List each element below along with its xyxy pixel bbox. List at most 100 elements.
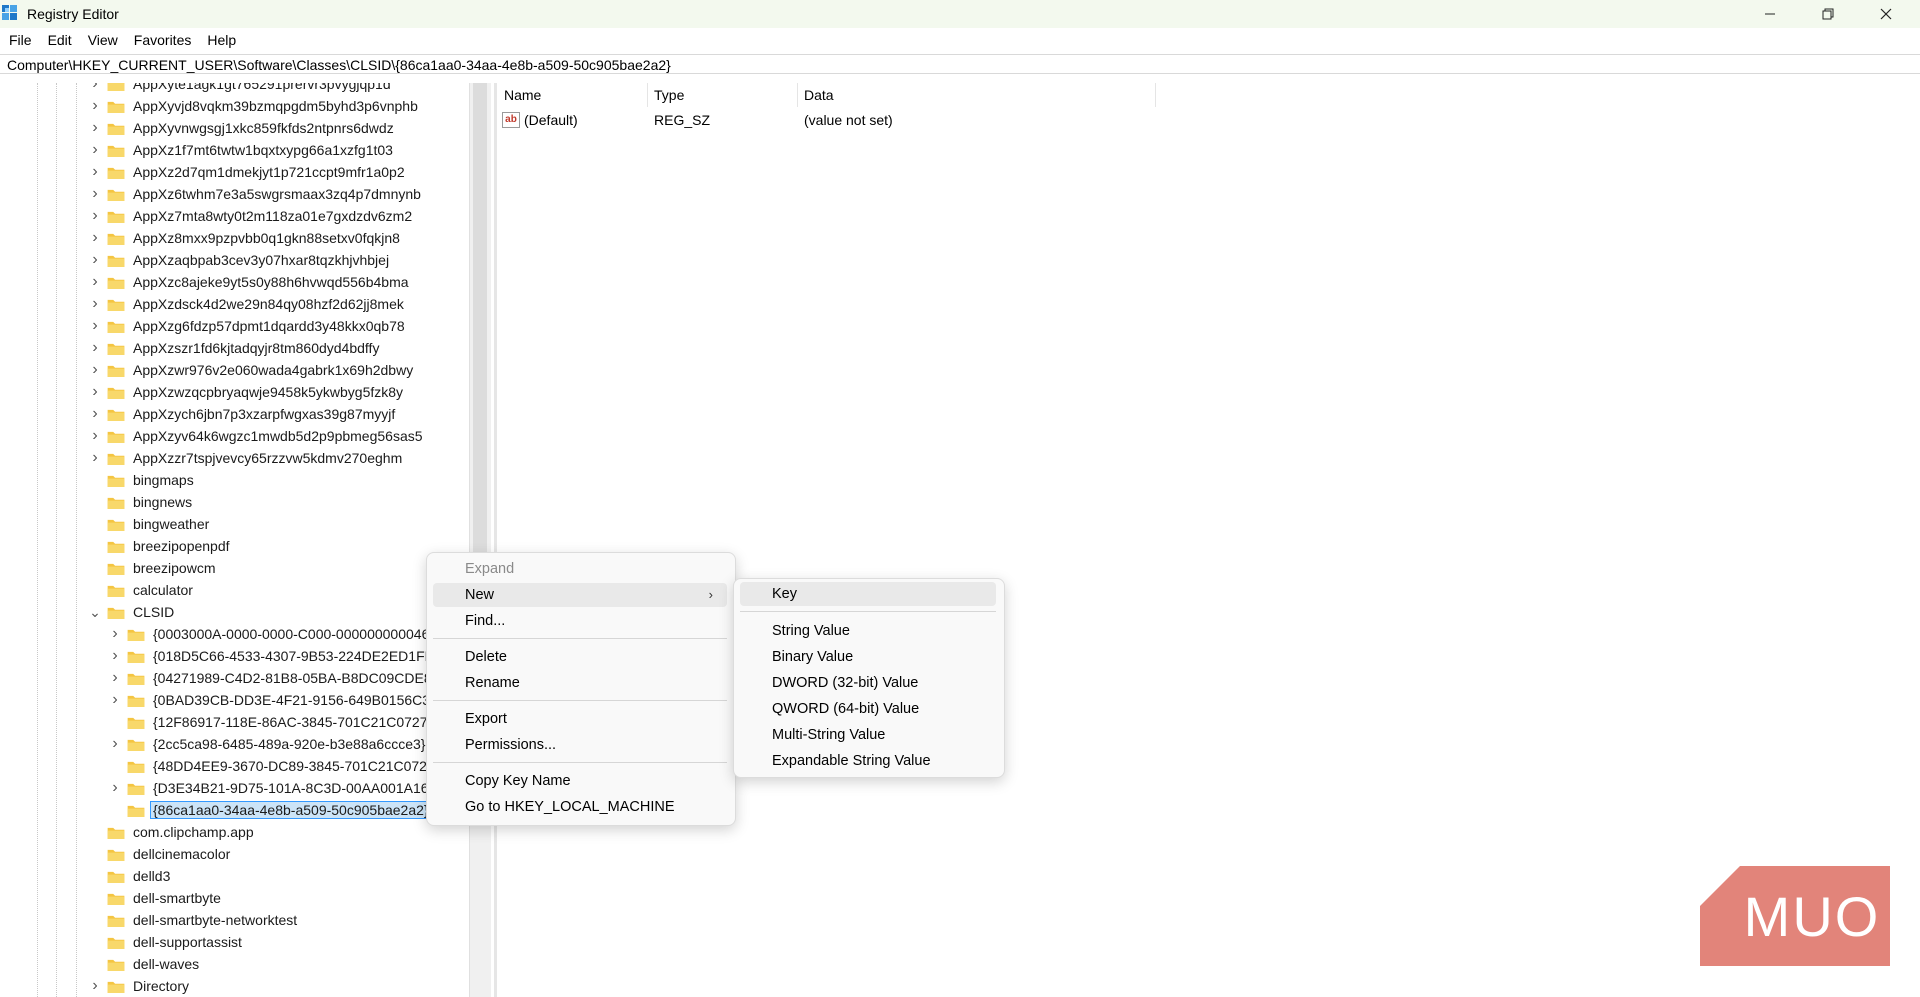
tree-item[interactable]: › {04271989-C4D2-81B8-05BA-B8DC09CDE8C7} bbox=[108, 667, 456, 689]
menu-item-delete[interactable]: Delete bbox=[433, 645, 727, 669]
tree-item[interactable]: › AppXzyv64k6wgzc1mwdb5d2p9pbmeg56sas5 bbox=[88, 425, 425, 447]
chevron-right-icon[interactable]: › bbox=[88, 183, 102, 205]
column-header-type[interactable]: Type bbox=[648, 83, 798, 107]
chevron-right-icon[interactable]: › bbox=[88, 161, 102, 183]
chevron-right-icon[interactable]: › bbox=[88, 227, 102, 249]
tree-vertical-scrollbar[interactable] bbox=[469, 83, 491, 997]
tree-item[interactable]: › AppXz1f7mt6twtw1bqxtxypg66a1xzfg1t03 bbox=[88, 139, 395, 161]
chevron-right-icon[interactable]: › bbox=[88, 117, 102, 139]
menu-favorites[interactable]: Favorites bbox=[126, 29, 200, 51]
tree-item[interactable]: › AppXz7mta8wty0t2m118za01e7gxdzdv6zm2 bbox=[88, 205, 414, 227]
tree-item[interactable]: {48DD4EE9-3670-DC89-3845-701C21C07273} bbox=[108, 755, 449, 777]
menu-item-export[interactable]: Export bbox=[433, 707, 727, 731]
tree-item[interactable]: › AppXzszr1fd6kjtadqyjr8tm860dyd4bdffy bbox=[88, 337, 381, 359]
chevron-right-icon[interactable]: › bbox=[88, 139, 102, 161]
column-header-data[interactable]: Data bbox=[798, 83, 1156, 107]
tree-item[interactable]: › AppXzg6fdzp57dpmt1dqardd3y48kkx0qb78 bbox=[88, 315, 407, 337]
tree-item[interactable]: › AppXz2d7qm1dmekjyt1p721ccpt9mfr1a0p2 bbox=[88, 161, 407, 183]
tree-item[interactable]: dell-waves bbox=[88, 953, 201, 975]
value-row[interactable]: ab (Default) REG_SZ (value not set) bbox=[498, 109, 1198, 131]
minimize-button[interactable] bbox=[1746, 0, 1794, 28]
address-bar[interactable]: Computer\HKEY_CURRENT_USER\Software\Clas… bbox=[0, 54, 1920, 74]
tree-item[interactable]: › {018D5C66-4533-4307-9B53-224DE2ED1FE6} bbox=[108, 645, 448, 667]
chevron-right-icon[interactable]: › bbox=[88, 381, 102, 403]
tree-item[interactable]: breezipowcm bbox=[88, 557, 217, 579]
chevron-right-icon[interactable]: › bbox=[88, 447, 102, 469]
tree-item[interactable]: › {0003000A-0000-0000-C000-000000000046} bbox=[108, 623, 436, 645]
chevron-right-icon[interactable]: › bbox=[108, 645, 122, 667]
menu-item-find[interactable]: Find... bbox=[433, 609, 727, 633]
chevron-right-icon[interactable]: › bbox=[88, 271, 102, 293]
tree-item[interactable]: breezipopenpdf bbox=[88, 535, 232, 557]
chevron-right-icon[interactable]: › bbox=[108, 689, 122, 711]
chevron-right-icon[interactable]: › bbox=[88, 83, 102, 95]
menu-file[interactable]: File bbox=[0, 29, 40, 51]
chevron-down-icon[interactable]: ⌄ bbox=[88, 601, 102, 623]
chevron-right-icon[interactable]: › bbox=[88, 337, 102, 359]
submenu-item-qword-value[interactable]: QWORD (64-bit) Value bbox=[740, 697, 996, 721]
tree-item[interactable]: › AppXyte1agk1gt765291prervr3pvygjqp1d bbox=[88, 83, 393, 95]
chevron-right-icon[interactable]: › bbox=[108, 733, 122, 755]
menu-edit[interactable]: Edit bbox=[40, 29, 80, 51]
chevron-right-icon[interactable]: › bbox=[88, 95, 102, 117]
chevron-right-icon[interactable]: › bbox=[88, 425, 102, 447]
menu-item-goto-hklm[interactable]: Go to HKEY_LOCAL_MACHINE bbox=[433, 795, 727, 819]
restore-button[interactable] bbox=[1804, 0, 1852, 28]
tree-item[interactable]: › Directory bbox=[88, 975, 191, 997]
tree-item[interactable]: › AppXzwr976v2e060wada4gabrk1x69h2dbwy bbox=[88, 359, 415, 381]
chevron-right-icon[interactable]: › bbox=[108, 667, 122, 689]
chevron-right-icon[interactable]: › bbox=[88, 315, 102, 337]
tree-item[interactable]: dell-smartbyte bbox=[88, 887, 223, 909]
tree-item[interactable]: › AppXzc8ajeke9yt5s0y88h6hvwqd556b4bma bbox=[88, 271, 411, 293]
tree-item[interactable]: {86ca1aa0-34aa-4e8b-a509-50c905bae2a2} bbox=[108, 799, 432, 821]
tree-item[interactable]: com.clipchamp.app bbox=[88, 821, 256, 843]
menu-item-permissions[interactable]: Permissions... bbox=[433, 733, 727, 757]
column-header-name[interactable]: Name bbox=[498, 83, 648, 107]
scrollbar-thumb[interactable] bbox=[473, 83, 487, 553]
chevron-right-icon[interactable]: › bbox=[88, 293, 102, 315]
tree-item[interactable]: bingnews bbox=[88, 491, 194, 513]
key-tree[interactable]: › AppXyte1agk1gt765291prervr3pvygjqp1d › Ap… bbox=[0, 83, 490, 997]
menu-item-expand[interactable]: Expand bbox=[433, 557, 727, 581]
submenu-item-multi-string-value[interactable]: Multi-String Value bbox=[740, 723, 996, 747]
submenu-item-key[interactable]: Key bbox=[740, 582, 996, 606]
submenu-item-string-value[interactable]: String Value bbox=[740, 619, 996, 643]
chevron-right-icon[interactable]: › bbox=[88, 205, 102, 227]
chevron-right-icon[interactable]: › bbox=[108, 777, 122, 799]
chevron-right-icon[interactable]: › bbox=[88, 975, 102, 997]
tree-item[interactable]: › AppXz6twhm7e3a5swgrsmaax3zq4p7dmnynb bbox=[88, 183, 423, 205]
tree-item[interactable]: ⌄ CLSID bbox=[88, 601, 176, 623]
pane-splitter[interactable] bbox=[494, 83, 497, 997]
tree-item[interactable]: › AppXzaqbpab3cev3y07hxar8tqzkhjvhbjej bbox=[88, 249, 391, 271]
menu-item-rename[interactable]: Rename bbox=[433, 671, 727, 695]
submenu-item-binary-value[interactable]: Binary Value bbox=[740, 645, 996, 669]
tree-item[interactable]: › AppXyvjd8vqkm39bzmqpgdm5byhd3p6vnphb bbox=[88, 95, 420, 117]
tree-item[interactable]: › AppXz8mxx9pzpvbb0q1gkn88setxv0fqkjn8 bbox=[88, 227, 402, 249]
chevron-right-icon[interactable]: › bbox=[88, 249, 102, 271]
menu-help[interactable]: Help bbox=[199, 29, 244, 51]
submenu-item-dword-value[interactable]: DWORD (32-bit) Value bbox=[740, 671, 996, 695]
tree-item[interactable]: bingmaps bbox=[88, 469, 196, 491]
tree-item[interactable]: dell-smartbyte-networktest bbox=[88, 909, 299, 931]
tree-item[interactable]: › AppXzwzqcpbryaqwje9458k5ykwbyg5fzk8y bbox=[88, 381, 405, 403]
chevron-right-icon[interactable]: › bbox=[88, 403, 102, 425]
tree-item[interactable]: › AppXzdsck4d2we29n84qy08hzf2d62jj8mek bbox=[88, 293, 406, 315]
tree-item[interactable]: {12F86917-118E-86AC-3845-701C21C07273} bbox=[108, 711, 442, 733]
submenu-item-expandable-string-value[interactable]: Expandable String Value bbox=[740, 749, 996, 773]
tree-item[interactable]: › AppXzych6jbn7p3xzarpfwgxas39g87myyjf bbox=[88, 403, 397, 425]
tree-item[interactable]: › AppXzzr7tspjvevcy65rzzvw5kdmv270eghm bbox=[88, 447, 404, 469]
chevron-right-icon[interactable]: › bbox=[108, 623, 122, 645]
tree-item[interactable]: calculator bbox=[88, 579, 195, 601]
values-pane[interactable]: Name Type Data ab (Default) REG_SZ (valu… bbox=[498, 83, 1920, 997]
tree-item[interactable]: dell-supportassist bbox=[88, 931, 244, 953]
menu-item-copy-key-name[interactable]: Copy Key Name bbox=[433, 769, 727, 793]
tree-item[interactable]: › {D3E34B21-9D75-101A-8C3D-00AA001A1652} bbox=[108, 777, 451, 799]
tree-item[interactable]: delld3 bbox=[88, 865, 172, 887]
tree-item[interactable]: › {0BAD39CB-DD3E-4F21-9156-649B0156C3F0} bbox=[108, 689, 453, 711]
tree-item[interactable]: › {2cc5ca98-6485-489a-920e-b3e88a6ccce3} bbox=[108, 733, 427, 755]
menu-view[interactable]: View bbox=[80, 29, 126, 51]
tree-item[interactable]: bingweather bbox=[88, 513, 211, 535]
tree-item[interactable]: › AppXyvnwgsgj1xkc859fkfds2ntpnrs6dwdz bbox=[88, 117, 396, 139]
close-button[interactable] bbox=[1862, 0, 1910, 28]
tree-item[interactable]: dellcinemacolor bbox=[88, 843, 232, 865]
